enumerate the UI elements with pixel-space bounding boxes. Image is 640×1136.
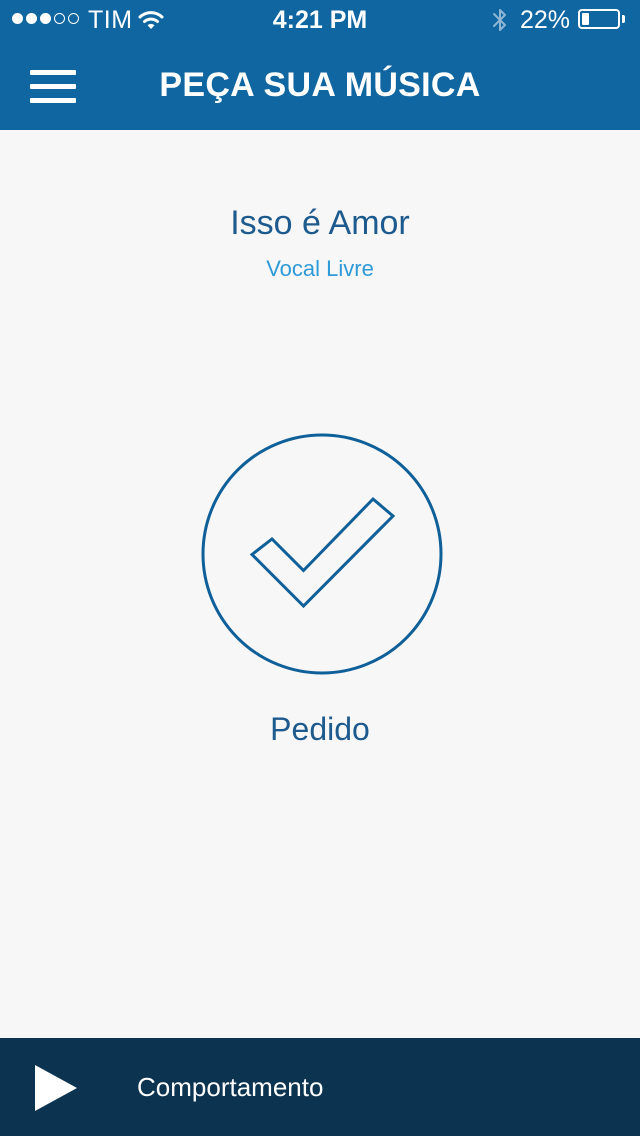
app-screen: TIM 4:21 PM 22% PEÇA SUA MÚSICA Isso é A… xyxy=(0,0,640,1136)
status-bar: TIM 4:21 PM 22% xyxy=(0,0,640,40)
song-title: Isso é Amor xyxy=(230,204,410,242)
page-title: PEÇA SUA MÚSICA xyxy=(159,66,481,104)
battery-nub xyxy=(622,15,625,23)
now-playing-title: Comportamento xyxy=(137,1072,324,1102)
bluetooth-icon xyxy=(493,9,506,31)
top-bar: TIM 4:21 PM 22% PEÇA SUA MÚSICA xyxy=(0,0,640,130)
battery-level xyxy=(582,13,589,25)
battery-percentage: 22% xyxy=(520,6,571,34)
checkmark-circle-icon xyxy=(201,433,443,675)
play-icon[interactable] xyxy=(33,1063,79,1113)
song-artist: Vocal Livre xyxy=(266,256,374,281)
battery-icon xyxy=(578,9,620,29)
request-status-label: Pedido xyxy=(270,711,370,747)
player-bar: Comportamento xyxy=(0,1038,640,1136)
